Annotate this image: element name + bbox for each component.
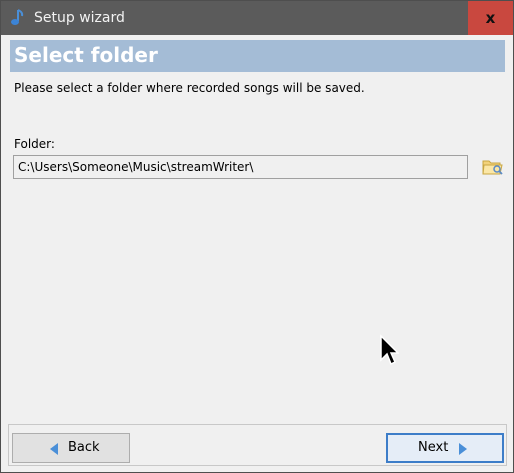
music-note-icon xyxy=(11,9,24,25)
next-button-label: Next xyxy=(418,440,449,455)
folder-label: Folder: xyxy=(14,137,55,151)
back-button-label: Back xyxy=(68,440,100,455)
setup-wizard-window: Setup wizard x Select folder Please sele… xyxy=(0,0,514,473)
close-icon: x xyxy=(485,9,496,27)
instructions-text: Please select a folder where recorded so… xyxy=(14,81,365,95)
arrow-right-icon xyxy=(459,443,467,455)
folder-browse-icon[interactable] xyxy=(482,157,504,177)
mouse-pointer-icon xyxy=(380,334,399,366)
close-button[interactable]: x xyxy=(468,1,513,35)
folder-path-input[interactable] xyxy=(13,155,468,179)
arrow-left-icon xyxy=(50,443,58,455)
window-title: Setup wizard xyxy=(34,10,125,26)
title-bar[interactable]: Setup wizard x xyxy=(1,1,513,35)
page-title: Select folder xyxy=(14,43,158,67)
next-button[interactable]: Next xyxy=(386,433,504,463)
page-banner: Select folder xyxy=(10,40,505,72)
back-button[interactable]: Back xyxy=(12,433,130,463)
